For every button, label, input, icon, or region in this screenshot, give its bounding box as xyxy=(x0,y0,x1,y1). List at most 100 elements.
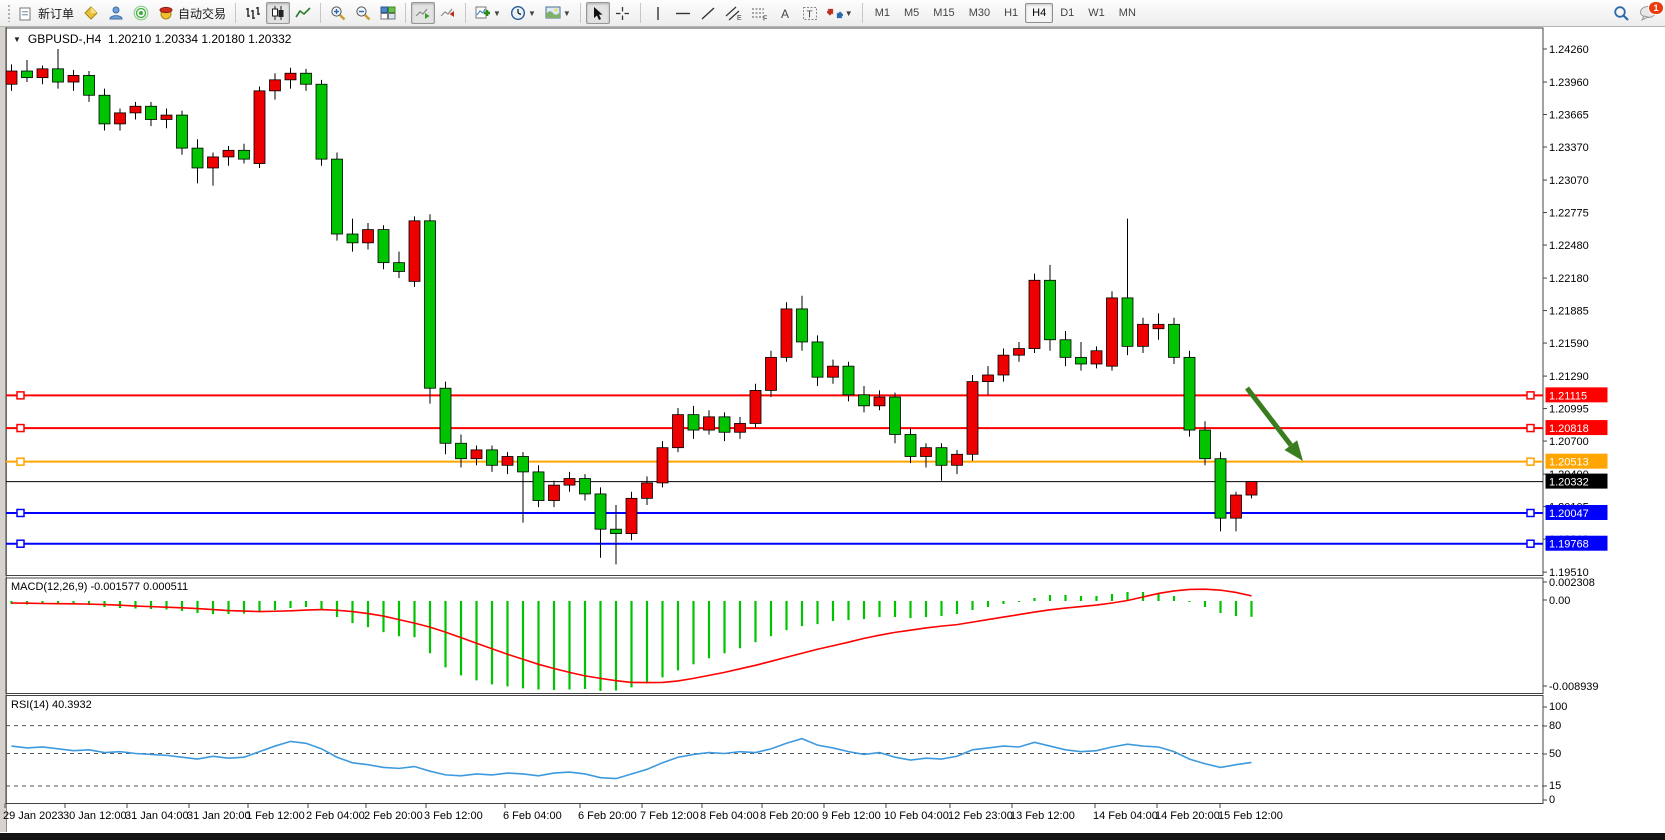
hline-handle[interactable] xyxy=(17,509,24,516)
rsi-scale-label: 0 xyxy=(1549,794,1555,806)
timeframe-button-h1[interactable]: H1 xyxy=(997,3,1025,23)
candle xyxy=(781,309,792,357)
candle xyxy=(1122,298,1133,346)
chart-shift-button[interactable] xyxy=(436,2,460,24)
hline-handle[interactable] xyxy=(17,425,24,432)
time-label: 9 Feb 12:00 xyxy=(822,810,881,822)
notifications-button[interactable]: 1 xyxy=(1635,2,1661,24)
rsi-indicator-label: RSI(14) 40.3932 xyxy=(11,699,92,711)
price-tick-label: 1.21885 xyxy=(1549,306,1589,318)
candle xyxy=(1231,495,1242,518)
auto-scroll-button[interactable] xyxy=(411,2,435,24)
toolbar-separator xyxy=(405,3,406,23)
vertical-line-button[interactable] xyxy=(646,2,670,24)
price-tick-label: 1.24260 xyxy=(1549,44,1589,56)
cursor-button[interactable] xyxy=(586,2,610,24)
candlestick-chart-button[interactable] xyxy=(266,2,290,24)
candle xyxy=(332,159,343,234)
candle xyxy=(378,230,389,263)
toolbar-grip[interactable] xyxy=(7,4,11,22)
rsi-scale-label: 80 xyxy=(1549,720,1561,732)
time-label: 8 Feb 20:00 xyxy=(760,810,819,822)
hline-handle[interactable] xyxy=(1527,425,1534,432)
accounts-button[interactable] xyxy=(104,2,128,24)
hline-handle[interactable] xyxy=(1527,458,1534,465)
indicators-icon xyxy=(475,5,491,21)
hline-handle[interactable] xyxy=(17,540,24,547)
timeframe-button-d1[interactable]: D1 xyxy=(1053,3,1081,23)
time-label: 14 Feb 20:00 xyxy=(1155,810,1220,822)
hline-handle[interactable] xyxy=(1527,540,1534,547)
candle xyxy=(1029,280,1040,348)
bar-chart-button[interactable] xyxy=(241,2,265,24)
new-order-button[interactable]: 新订单 xyxy=(15,2,78,24)
trend-arrow-shaft[interactable] xyxy=(1247,388,1291,445)
candle xyxy=(936,448,947,466)
hline-handle[interactable] xyxy=(17,392,24,399)
horizontal-line-button[interactable] xyxy=(671,2,695,24)
notification-badge: 1 xyxy=(1648,1,1664,15)
mt4-application-window: 新订单 自动交易 xyxy=(0,0,1665,840)
templates-icon xyxy=(545,5,561,21)
price-tag-value: 1.19768 xyxy=(1549,539,1589,551)
signal-button[interactable] xyxy=(129,2,153,24)
hline-handle[interactable] xyxy=(17,458,24,465)
tile-windows-button[interactable] xyxy=(376,2,400,24)
candle xyxy=(223,150,234,157)
text-icon: A xyxy=(778,6,792,21)
gold-button[interactable] xyxy=(79,2,103,24)
timeframe-button-h4[interactable]: H4 xyxy=(1025,3,1053,23)
fibonacci-button[interactable]: F xyxy=(747,2,772,24)
candle xyxy=(68,75,79,82)
trendline-button[interactable] xyxy=(696,2,720,24)
hline-handle[interactable] xyxy=(1527,509,1534,516)
zoom-out-icon xyxy=(355,5,371,21)
candle xyxy=(6,71,17,84)
time-label: 6 Feb 20:00 xyxy=(578,810,637,822)
search-button[interactable] xyxy=(1609,2,1634,24)
autotrading-button[interactable]: 自动交易 xyxy=(154,2,230,24)
periods-icon xyxy=(510,5,526,21)
cursor-icon xyxy=(590,6,605,21)
zoom-in-button[interactable] xyxy=(326,2,350,24)
candle xyxy=(828,366,839,377)
text-label-button[interactable]: T xyxy=(798,2,822,24)
timeframe-button-mn[interactable]: MN xyxy=(1112,3,1143,23)
toolbar-separator xyxy=(320,3,321,23)
candle xyxy=(161,115,172,119)
line-chart-button[interactable] xyxy=(291,2,315,24)
candle xyxy=(208,157,219,168)
price-tick-label: 1.23665 xyxy=(1549,110,1589,122)
text-button[interactable]: A xyxy=(773,2,797,24)
candle xyxy=(1060,340,1071,358)
time-label: 2 Feb 04:00 xyxy=(306,810,365,822)
timeframe-button-m1[interactable]: M1 xyxy=(868,3,897,23)
equidistant-channel-button[interactable]: E xyxy=(721,2,746,24)
horizontal-line-icon xyxy=(675,6,691,21)
hline-handle[interactable] xyxy=(1527,392,1534,399)
timeframe-button-w1[interactable]: W1 xyxy=(1081,3,1112,23)
candle xyxy=(471,450,482,459)
periods-button[interactable]: ▼ xyxy=(506,2,540,24)
candle xyxy=(611,529,622,533)
timeframe-button-m5[interactable]: M5 xyxy=(897,3,926,23)
chart-canvas[interactable]: 1.242601.239601.236651.233701.230701.227… xyxy=(0,0,1665,840)
candle xyxy=(1246,482,1257,495)
time-label: 15 Feb 12:00 xyxy=(1218,810,1283,822)
candle xyxy=(99,95,110,124)
price-tick-label: 1.21590 xyxy=(1549,338,1589,350)
timeframe-button-m30[interactable]: M30 xyxy=(962,3,997,23)
candle xyxy=(1184,357,1195,430)
autotrading-icon xyxy=(158,5,174,21)
candlestick-chart-icon xyxy=(270,5,286,21)
templates-button[interactable]: ▼ xyxy=(541,2,575,24)
timeframe-button-m15[interactable]: M15 xyxy=(926,3,961,23)
arrows-button[interactable]: ▼ xyxy=(823,2,857,24)
candle xyxy=(1045,280,1056,339)
candle xyxy=(115,113,126,124)
zoom-out-button[interactable] xyxy=(351,2,375,24)
indicators-button[interactable]: ▼ xyxy=(471,2,505,24)
crosshair-button[interactable] xyxy=(611,2,635,24)
candle xyxy=(967,382,978,455)
chart-menu-marker[interactable]: ▼ xyxy=(13,35,21,44)
